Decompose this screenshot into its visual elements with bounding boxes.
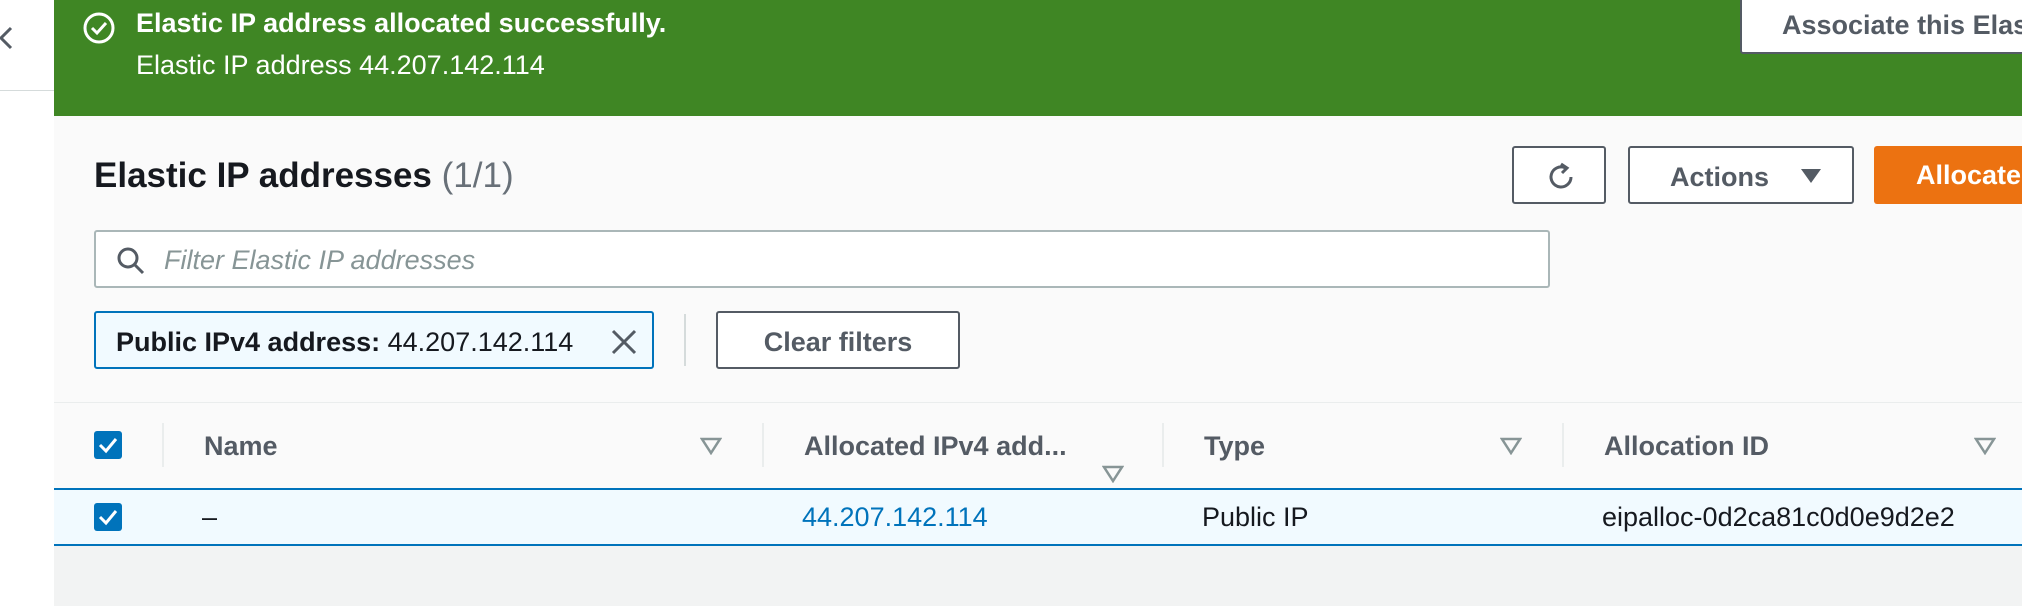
column-header-name[interactable]: Name xyxy=(204,431,278,462)
associate-address-button[interactable]: Associate this Elas xyxy=(1740,0,2022,54)
column-header-allocation-id[interactable]: Allocation ID xyxy=(1604,431,1769,462)
filter-token-text: Public IPv4 address: 44.207.142.114 xyxy=(116,327,573,358)
nav-divider xyxy=(0,90,54,91)
filter-search-box[interactable] xyxy=(94,230,1550,288)
caret-down-icon xyxy=(1801,169,1821,183)
flash-title: Elastic IP address allocated successfull… xyxy=(136,8,667,38)
success-flash-banner: Elastic IP address allocated successfull… xyxy=(54,0,2022,116)
filter-token: Public IPv4 address: 44.207.142.114 xyxy=(94,311,654,369)
cell-allocation-id: eipalloc-0d2ca81c0d0e9d2e2 xyxy=(1602,502,1955,532)
selection-count: (1/1) xyxy=(441,156,514,195)
close-navigation-icon[interactable] xyxy=(0,18,20,58)
filter-token-key: Public IPv4 address: xyxy=(116,327,381,357)
allocate-address-button[interactable]: Allocate xyxy=(1874,146,2022,204)
clear-filters-button[interactable]: Clear filters xyxy=(716,311,960,369)
filter-input[interactable] xyxy=(162,238,1526,282)
page-title-text: Elastic IP addresses xyxy=(94,156,432,195)
page-title: Elastic IP addresses (1/1) xyxy=(94,156,514,196)
refresh-button[interactable] xyxy=(1512,146,1606,204)
sort-icon[interactable] xyxy=(700,437,722,455)
cell-allocated-ipv4-link[interactable]: 44.207.142.114 xyxy=(802,502,988,533)
search-icon xyxy=(117,247,145,275)
table-header: Name Allocated IPv4 add... Type Allocati… xyxy=(54,402,2022,487)
column-header-type[interactable]: Type xyxy=(1204,431,1265,462)
table-footer-area xyxy=(54,546,2022,606)
checkmark-icon xyxy=(98,438,118,454)
table-row[interactable]: – 44.207.142.114 Public IP eipalloc-0d2c… xyxy=(54,488,2022,546)
sort-icon[interactable] xyxy=(1974,437,1996,455)
flash-message: Elastic IP address 44.207.142.114 xyxy=(136,50,545,80)
column-header-allocated-ipv4[interactable]: Allocated IPv4 add... xyxy=(804,431,1067,462)
filter-divider xyxy=(684,314,686,366)
actions-label: Actions xyxy=(1670,162,1770,192)
filter-token-value: 44.207.142.114 xyxy=(387,327,574,357)
elastic-ip-panel: Elastic IP addresses (1/1) Actions Alloc… xyxy=(54,116,2022,606)
sort-icon[interactable] xyxy=(1102,465,1124,483)
cell-type: Public IP xyxy=(1202,502,1309,532)
column-divider xyxy=(762,423,764,467)
row-checkbox[interactable] xyxy=(94,503,122,531)
success-check-icon xyxy=(82,11,116,45)
column-divider xyxy=(1562,423,1564,467)
column-divider xyxy=(162,423,164,467)
cell-name: – xyxy=(202,502,218,532)
column-divider xyxy=(1162,423,1164,467)
side-navigation xyxy=(0,0,55,606)
select-all-checkbox[interactable] xyxy=(94,431,122,459)
refresh-icon xyxy=(1549,162,1573,189)
checkmark-icon xyxy=(98,510,118,526)
dismiss-filter-icon[interactable] xyxy=(610,328,638,356)
actions-dropdown-button[interactable]: Actions xyxy=(1628,146,1854,204)
sort-icon[interactable] xyxy=(1500,437,1522,455)
